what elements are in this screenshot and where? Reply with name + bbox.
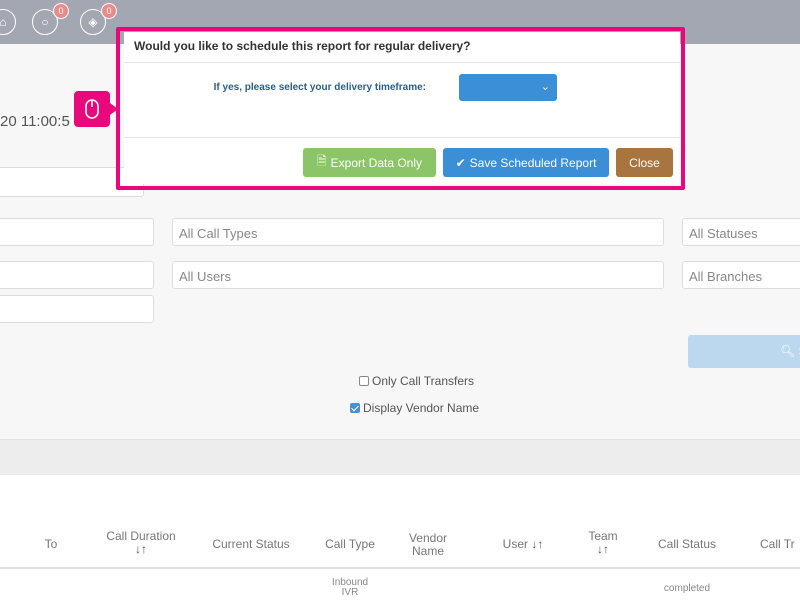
column-user-label: User <box>502 537 528 551</box>
section-band <box>0 439 800 475</box>
column-user[interactable]: User ↓↑ <box>497 538 549 551</box>
ticket-badge: 0 <box>101 3 117 19</box>
only-call-transfers-option[interactable]: Only Call Transfers <box>359 374 474 388</box>
sort-icon[interactable]: ↓↑ <box>98 543 184 556</box>
branches-select[interactable]: All Branches <box>682 261 800 289</box>
mouse-click-indicator <box>74 91 118 127</box>
table-row-divider <box>0 567 800 569</box>
column-to: To <box>44 537 58 551</box>
chat-badge: 0 <box>53 3 69 19</box>
display-vendor-name-option[interactable]: Display Vendor Name <box>350 401 479 415</box>
filter-input-3[interactable] <box>0 295 154 323</box>
filter-input-2[interactable] <box>0 261 154 289</box>
users-select[interactable]: All Users <box>172 261 664 289</box>
column-current-status: Current Status <box>212 537 290 551</box>
mouse-icon <box>85 99 99 119</box>
only-call-transfers-label: Only Call Transfers <box>372 374 475 388</box>
search-icon: 🔍︎ <box>780 344 796 358</box>
column-team[interactable]: Team ↓↑ <box>580 530 626 556</box>
ticket-icon[interactable]: ◈ 0 <box>80 3 117 35</box>
home-icon[interactable]: ⌂ <box>0 9 16 35</box>
sort-icon[interactable]: ↓↑ <box>580 543 626 556</box>
column-call-duration[interactable]: Call Duration ↓↑ <box>98 530 184 556</box>
display-vendor-name-checkbox[interactable] <box>350 403 360 413</box>
column-vendor-name: Vendor Name <box>408 531 448 558</box>
sort-icon[interactable]: ↓↑ <box>531 537 543 551</box>
only-call-transfers-checkbox[interactable] <box>359 376 369 386</box>
column-call-status: Call Status <box>657 537 717 551</box>
column-call-transfer: Call Tr <box>760 537 795 551</box>
search-button[interactable]: 🔍︎ S <box>688 335 800 368</box>
display-vendor-name-label: Display Vendor Name <box>363 401 480 415</box>
report-datetime: 20 11:00:5 <box>0 113 70 130</box>
filter-input-1[interactable] <box>0 218 154 246</box>
row-call-type: Inbound IVR <box>331 577 369 598</box>
highlight-outline <box>116 27 685 190</box>
column-call-type: Call Type <box>325 537 375 551</box>
row-call-status: completed <box>663 583 711 594</box>
statuses-select[interactable]: All Statuses <box>682 218 800 246</box>
call-types-select[interactable]: All Call Types <box>172 218 664 246</box>
chat-icon[interactable]: ○ 0 <box>32 3 69 35</box>
